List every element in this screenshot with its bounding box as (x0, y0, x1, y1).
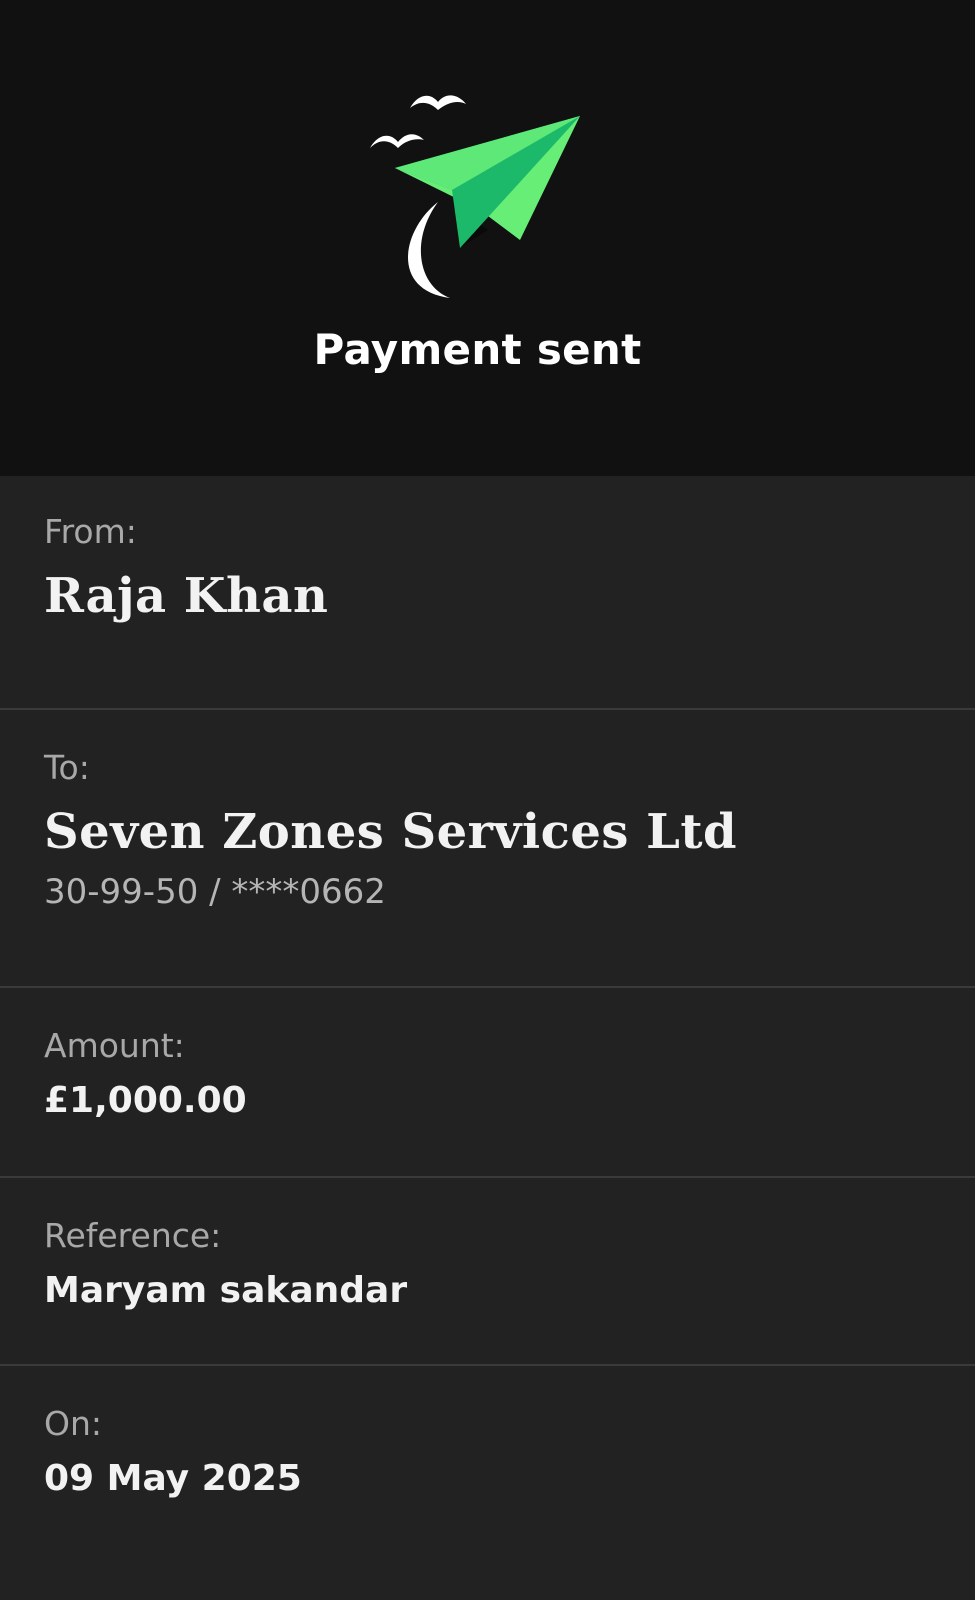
date-label: On: (44, 1404, 103, 1443)
divider (0, 1364, 975, 1366)
to-account: 30-99-50 / ****0662 (44, 872, 386, 912)
payment-details: From: Raja Khan To: Seven Zones Services… (0, 476, 975, 1600)
divider (0, 986, 975, 988)
amount-value: £1,000.00 (44, 1080, 247, 1121)
date-value: 09 May 2025 (44, 1458, 302, 1499)
to-value: Seven Zones Services Ltd (44, 804, 738, 860)
payment-confirmation-screen: Payment sent From: Raja Khan To: Seven Z… (0, 0, 975, 1600)
from-label: From: (44, 512, 137, 551)
divider (0, 708, 975, 710)
amount-label: Amount: (44, 1026, 185, 1065)
reference-label: Reference: (44, 1216, 222, 1255)
to-label: To: (44, 748, 90, 787)
reference-value: Maryam sakandar (44, 1270, 408, 1311)
payment-header: Payment sent (0, 0, 975, 476)
page-title: Payment sent (313, 325, 642, 374)
divider (0, 1176, 975, 1178)
from-value: Raja Khan (44, 568, 329, 624)
paper-plane-icon (370, 95, 580, 298)
